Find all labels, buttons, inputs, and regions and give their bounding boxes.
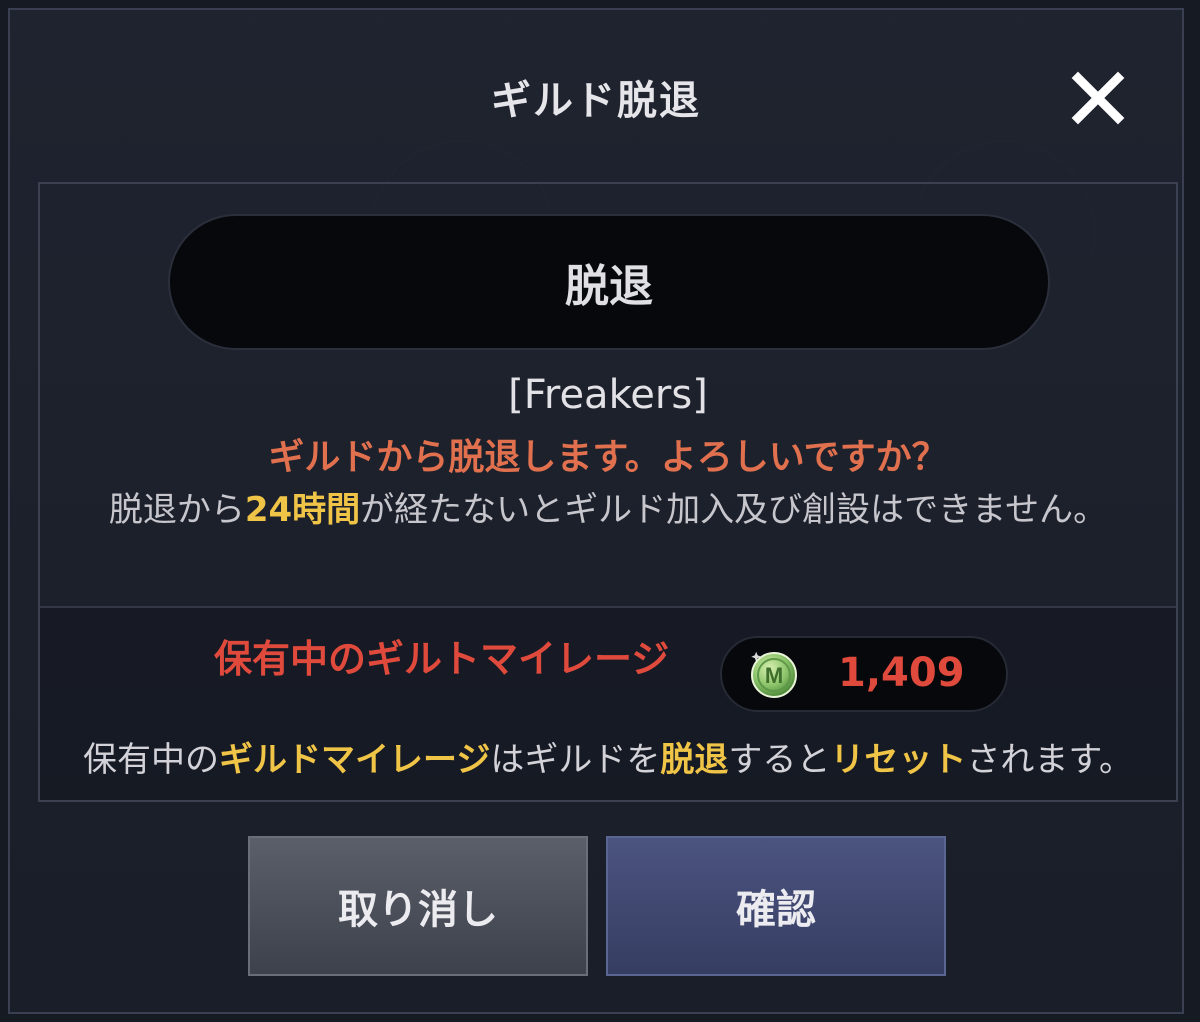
mileage-value: 1,409 — [838, 650, 965, 696]
cooldown-notice: 脱退から24時間が経たないとギルド加入及び創設はできません。 — [40, 482, 1176, 531]
guild-name: [Freakers] — [508, 372, 708, 418]
action-label-pill: 脱退 — [168, 214, 1050, 350]
cancel-button-label: 取り消し — [338, 887, 498, 933]
mileage-label: 保有中のギルトマイレージ — [214, 637, 670, 681]
mileage-display: M 1,409 — [720, 636, 1008, 712]
dialog-content-panel: 脱退 [Freakers] ギルドから脱退します。よろしいですか？ 脱退から24… — [38, 182, 1178, 802]
notice-highlight: 24時間 — [244, 490, 361, 530]
confirm-button-label: 確認 — [736, 887, 816, 933]
reset-note-part5: すると — [728, 740, 831, 780]
reset-note-part6: リセット — [830, 740, 967, 780]
close-button[interactable] — [1068, 68, 1128, 128]
coin-letter: M — [765, 663, 783, 688]
mileage-coin-icon: M — [751, 651, 797, 698]
mileage-reset-note: 保有中のギルドマイレージはギルドを脱退するとリセットされます。 — [40, 732, 1176, 781]
notice-text-after: が経たないとギルド加入及び創設はできません。 — [360, 490, 1108, 530]
confirm-button[interactable]: 確認 — [606, 836, 946, 976]
leave-guild-dialog: ギルド脱退 脱退 [Freakers] ギルドから脱退します。よろしいですか？ … — [8, 8, 1184, 1014]
reset-note-part1: 保有中の — [83, 740, 220, 780]
dialog-title: ギルド脱退 — [491, 78, 701, 124]
close-icon — [1071, 71, 1125, 125]
confirm-question: ギルドから脱退します。よろしいですか？ — [268, 437, 948, 478]
notice-text-before: 脱退から — [108, 490, 245, 530]
reset-note-part3: はギルドを — [490, 740, 661, 780]
mileage-section: 保有中のギルトマイレージ M 1,409 保有中のギルドマイレージはギルドを脱退… — [40, 608, 1176, 800]
cancel-button[interactable]: 取り消し — [248, 836, 588, 976]
action-label: 脱退 — [565, 261, 653, 312]
reset-note-part2: ギルドマイレージ — [219, 740, 491, 780]
reset-note-part7: されます。 — [966, 740, 1133, 780]
screen: ギルド脱退 脱退 [Freakers] ギルドから脱退します。よろしいですか？ … — [0, 0, 1200, 1022]
reset-note-part4: 脱退 — [660, 740, 729, 780]
